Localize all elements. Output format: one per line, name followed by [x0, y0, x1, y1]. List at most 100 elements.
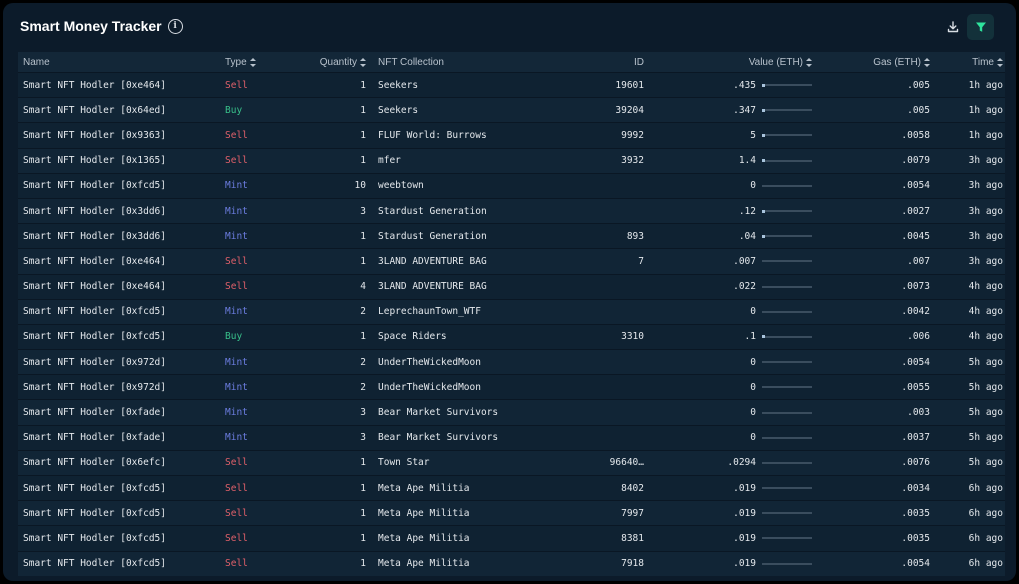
collection-name[interactable]: UnderTheWickedMoon — [366, 357, 536, 368]
collection-name[interactable]: 3LAND ADVENTURE BAG — [366, 281, 536, 292]
table-row[interactable]: Smart NFT Hodler [0xfcd5] Sell 1 Meta Ap… — [18, 525, 1005, 551]
info-icon[interactable]: i — [167, 18, 183, 34]
value-eth: .347 — [733, 104, 756, 116]
holder-name[interactable]: Smart NFT Hodler [0x972d] — [18, 382, 218, 393]
table-row[interactable]: Smart NFT Hodler [0xfcd5] Mint 10 weebto… — [18, 172, 1005, 198]
holder-name[interactable]: Smart NFT Hodler [0xfcd5] — [18, 558, 218, 569]
quantity-value: 3 — [360, 432, 366, 444]
table-row[interactable]: Smart NFT Hodler [0x3dd6] Mint 1 Stardus… — [18, 223, 1005, 249]
holder-name[interactable]: Smart NFT Hodler [0xfade] — [18, 407, 218, 418]
token-id[interactable]: 8381 — [536, 533, 644, 544]
holder-name[interactable]: Smart NFT Hodler [0xfcd5] — [18, 331, 218, 342]
table-row[interactable]: Smart NFT Hodler [0x6efc] Sell 1 Town St… — [18, 449, 1005, 475]
quantity-value: 10 — [354, 180, 366, 192]
value-bar — [762, 285, 812, 288]
collection-name[interactable]: Bear Market Survivors — [366, 407, 536, 418]
collection-name[interactable]: Meta Ape Militia — [366, 483, 536, 494]
table-row[interactable]: Smart NFT Hodler [0xfade] Mint 3 Bear Ma… — [18, 399, 1005, 425]
value-eth: 0 — [750, 356, 756, 368]
holder-name[interactable]: Smart NFT Hodler [0xe464] — [18, 281, 218, 292]
table-row[interactable]: Smart NFT Hodler [0xe464] Sell 1 3LAND A… — [18, 248, 1005, 274]
table-row[interactable]: Smart NFT Hodler [0xfade] Mint 3 Bear Ma… — [18, 424, 1005, 450]
holder-name[interactable]: Smart NFT Hodler [0xfcd5] — [18, 180, 218, 191]
table-row[interactable]: Smart NFT Hodler [0x64ed] Buy 1 Seekers … — [18, 97, 1005, 123]
transaction-type: Sell — [225, 532, 248, 544]
token-id[interactable]: 7 — [536, 256, 644, 267]
time-ago: 6h ago — [968, 532, 1003, 544]
collection-name[interactable]: Meta Ape Militia — [366, 533, 536, 544]
collection-name[interactable]: Seekers — [366, 105, 536, 116]
table-row[interactable]: Smart NFT Hodler [0xe464] Sell 1 Seekers… — [18, 72, 1005, 98]
holder-name[interactable]: Smart NFT Hodler [0xe464] — [18, 256, 218, 267]
collection-name[interactable]: 3LAND ADVENTURE BAG — [366, 256, 536, 267]
filter-button[interactable] — [967, 14, 994, 40]
token-id[interactable]: 7997 — [536, 508, 644, 519]
table-row[interactable]: Smart NFT Hodler [0xfcd5] Sell 1 Meta Ap… — [18, 475, 1005, 501]
holder-name[interactable]: Smart NFT Hodler [0x1365] — [18, 155, 218, 166]
quantity-value: 1 — [360, 230, 366, 242]
token-id[interactable]: 3310 — [536, 331, 644, 342]
gas-value: .007 — [907, 255, 930, 267]
column-header-quantity[interactable]: Quantity — [298, 57, 366, 68]
table-row[interactable]: Smart NFT Hodler [0xfcd5] Sell 1 Meta Ap… — [18, 500, 1005, 526]
holder-name[interactable]: Smart NFT Hodler [0xfcd5] — [18, 483, 218, 494]
holder-name[interactable]: Smart NFT Hodler [0x6efc] — [18, 457, 218, 468]
table-body: Smart NFT Hodler [0xe464] Sell 1 Seekers… — [18, 72, 1005, 576]
quantity-value: 2 — [360, 356, 366, 368]
column-header-type[interactable]: Type — [218, 57, 298, 68]
value-cell: 0 — [644, 306, 812, 317]
transactions-table: Name Type Quantity NFT Collection ID Val… — [18, 52, 1005, 576]
collection-name[interactable]: Space Riders — [366, 331, 536, 342]
holder-name[interactable]: Smart NFT Hodler [0x3dd6] — [18, 231, 218, 242]
holder-name[interactable]: Smart NFT Hodler [0xe464] — [18, 80, 218, 91]
token-id[interactable]: 8402 — [536, 483, 644, 494]
holder-name[interactable]: Smart NFT Hodler [0xfade] — [18, 432, 218, 443]
holder-name[interactable]: Smart NFT Hodler [0xfcd5] — [18, 508, 218, 519]
column-header-value[interactable]: Value (ETH) — [644, 57, 812, 68]
collection-name[interactable]: UnderTheWickedMoon — [366, 382, 536, 393]
table-row[interactable]: Smart NFT Hodler [0x3dd6] Mint 3 Stardus… — [18, 197, 1005, 224]
token-id[interactable]: 96640… — [536, 457, 644, 468]
collection-name[interactable]: Stardust Generation — [366, 231, 536, 242]
collection-name[interactable]: LeprechaunTown_WTF — [366, 306, 536, 317]
sort-icon — [997, 57, 1003, 67]
table-row[interactable]: Smart NFT Hodler [0xfcd5] Buy 1 Space Ri… — [18, 323, 1005, 350]
collection-name[interactable]: FLUF World: Burrows — [366, 130, 536, 141]
table-row[interactable]: Smart NFT Hodler [0xe464] Sell 4 3LAND A… — [18, 273, 1005, 299]
time-ago: 5h ago — [968, 381, 1003, 393]
token-id[interactable]: 3932 — [536, 155, 644, 166]
collection-name[interactable]: Stardust Generation — [366, 206, 536, 217]
holder-name[interactable]: Smart NFT Hodler [0xfcd5] — [18, 306, 218, 317]
collection-name[interactable]: Meta Ape Militia — [366, 508, 536, 519]
table-row[interactable]: Smart NFT Hodler [0xfcd5] Sell 1 Meta Ap… — [18, 550, 1005, 576]
holder-name[interactable]: Smart NFT Hodler [0x9363] — [18, 130, 218, 141]
token-id[interactable]: 893 — [536, 231, 644, 242]
token-id[interactable]: 19601 — [536, 80, 644, 91]
table-row[interactable]: Smart NFT Hodler [0x1365] Sell 1 mfer 39… — [18, 147, 1005, 173]
gas-value: .005 — [907, 104, 930, 116]
collection-name[interactable]: Seekers — [366, 80, 536, 91]
token-id[interactable]: 9992 — [536, 130, 644, 141]
collection-name[interactable]: Bear Market Survivors — [366, 432, 536, 443]
collection-name[interactable]: mfer — [366, 155, 536, 166]
download-button[interactable] — [944, 18, 962, 36]
holder-name[interactable]: Smart NFT Hodler [0x3dd6] — [18, 206, 218, 217]
column-header-time[interactable]: Time — [930, 57, 1005, 68]
table-row[interactable]: Smart NFT Hodler [0x9363] Sell 1 FLUF Wo… — [18, 122, 1005, 148]
column-header-name[interactable]: Name — [18, 57, 218, 68]
column-header-gas[interactable]: Gas (ETH) — [812, 57, 930, 68]
token-id[interactable]: 7918 — [536, 558, 644, 569]
column-header-id[interactable]: ID — [536, 57, 644, 68]
collection-name[interactable]: Town Star — [366, 457, 536, 468]
transaction-type: Mint — [225, 356, 248, 368]
holder-name[interactable]: Smart NFT Hodler [0x972d] — [18, 357, 218, 368]
holder-name[interactable]: Smart NFT Hodler [0xfcd5] — [18, 533, 218, 544]
holder-name[interactable]: Smart NFT Hodler [0x64ed] — [18, 105, 218, 116]
table-row[interactable]: Smart NFT Hodler [0x972d] Mint 2 UnderTh… — [18, 349, 1005, 375]
collection-name[interactable]: Meta Ape Militia — [366, 558, 536, 569]
table-row[interactable]: Smart NFT Hodler [0xfcd5] Mint 2 Leprech… — [18, 298, 1005, 324]
collection-name[interactable]: weebtown — [366, 180, 536, 191]
column-header-collection[interactable]: NFT Collection — [366, 57, 536, 68]
table-row[interactable]: Smart NFT Hodler [0x972d] Mint 2 UnderTh… — [18, 374, 1005, 400]
token-id[interactable]: 39204 — [536, 105, 644, 116]
